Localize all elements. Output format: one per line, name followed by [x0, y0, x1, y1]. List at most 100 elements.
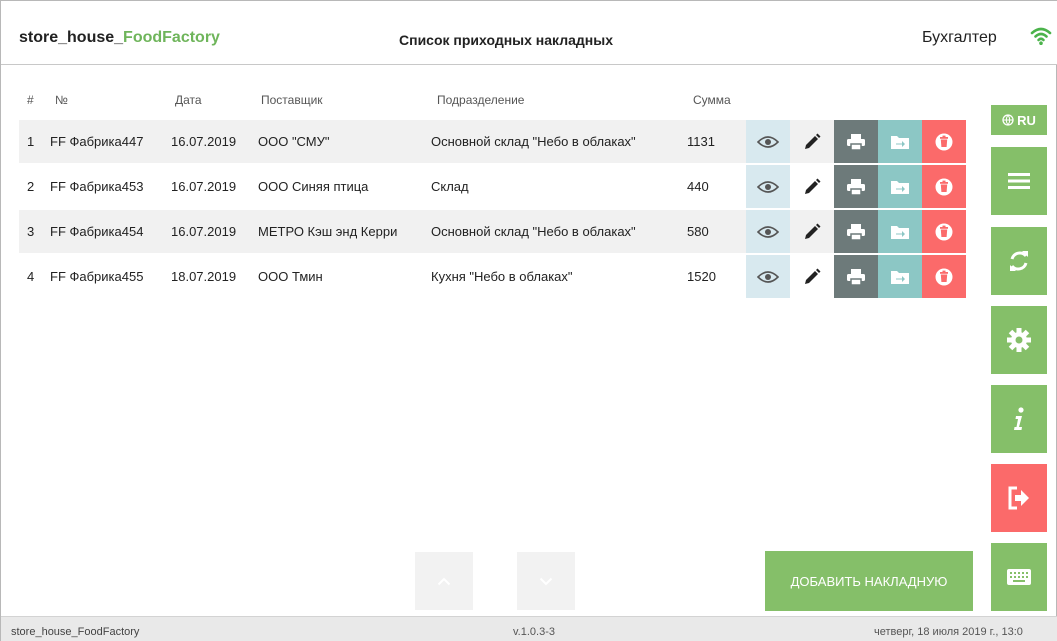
eye-icon: [757, 270, 779, 283]
row-sum: 1131: [687, 134, 715, 149]
row-supplier: МЕТРО Кэш энд Керри: [258, 224, 398, 239]
row-index: 4: [27, 269, 35, 284]
add-invoice-button[interactable]: ДОБАВИТЬ НАКЛАДНУЮ: [765, 551, 973, 611]
row-number: FF Фабрика455: [50, 269, 144, 284]
row-index: 2: [27, 179, 35, 194]
gear-icon: [1007, 328, 1031, 352]
print-button[interactable]: [834, 120, 878, 163]
row-date: 18.07.2019: [171, 269, 237, 284]
pencil-icon: [805, 268, 821, 284]
app-frame: store_house_FoodFactory Список приходных…: [0, 0, 1057, 641]
scroll-down-button[interactable]: [517, 552, 575, 610]
eye-icon: [757, 180, 779, 193]
print-button[interactable]: [834, 255, 878, 298]
delete-button[interactable]: [922, 120, 966, 163]
language-label: RU: [1017, 112, 1036, 128]
table-row: 1 FF Фабрика447 16.07.2019 ООО "СМУ" Осн…: [19, 120, 966, 163]
view-button[interactable]: [746, 255, 790, 298]
delete-button[interactable]: [922, 210, 966, 253]
row-supplier: ООО Тмин: [258, 269, 323, 284]
folder-export-icon: [891, 180, 909, 194]
info-button[interactable]: [991, 385, 1047, 453]
row-number: FF Фабрика454: [50, 224, 144, 239]
chevron-down-icon: [539, 577, 553, 585]
edit-button[interactable]: [790, 165, 834, 208]
row-index: 3: [27, 224, 35, 239]
export-button[interactable]: [878, 165, 922, 208]
edit-button[interactable]: [790, 255, 834, 298]
view-button[interactable]: [746, 120, 790, 163]
wifi-icon: [1030, 27, 1052, 45]
logout-button[interactable]: [991, 464, 1047, 532]
table-row: 2 FF Фабрика453 16.07.2019 ООО Синяя пти…: [19, 165, 966, 208]
col-sum: Сумма: [693, 93, 731, 107]
col-supplier: Поставщик: [261, 93, 323, 107]
pencil-icon: [805, 223, 821, 239]
row-department: Склад: [431, 179, 469, 194]
row-department: Кухня "Небо в облаках": [431, 269, 573, 284]
row-number: FF Фабрика447: [50, 134, 144, 149]
view-button[interactable]: [746, 165, 790, 208]
logout-icon: [1008, 486, 1029, 510]
delete-button[interactable]: [922, 165, 966, 208]
footer-version: v.1.0.3-3: [513, 626, 555, 638]
row-sum: 1520: [687, 269, 716, 284]
row-date: 16.07.2019: [171, 179, 237, 194]
col-index: #: [27, 93, 34, 107]
row-index: 1: [27, 134, 35, 149]
edit-button[interactable]: [790, 120, 834, 163]
scroll-up-button[interactable]: [415, 552, 473, 610]
export-button[interactable]: [878, 255, 922, 298]
page-title: Список приходных накладных: [399, 32, 613, 48]
row-supplier: ООО "СМУ": [258, 134, 330, 149]
export-button[interactable]: [878, 120, 922, 163]
refresh-button[interactable]: [991, 227, 1047, 295]
print-button[interactable]: [834, 210, 878, 253]
row-sum: 440: [687, 179, 709, 194]
row-sum: 580: [687, 224, 709, 239]
eye-icon: [757, 225, 779, 238]
language-button[interactable]: RU: [991, 105, 1047, 135]
col-number: №: [55, 93, 68, 107]
row-department: Основной склад "Небо в облаках": [431, 134, 636, 149]
status-bar: store_house_FoodFactory v.1.0.3-3 четвер…: [1, 616, 1057, 641]
printer-icon: [847, 178, 865, 196]
eye-icon: [757, 135, 779, 148]
app-logo: store_house_FoodFactory: [19, 29, 220, 47]
delete-button[interactable]: [922, 255, 966, 298]
logo-accent: FoodFactory: [123, 29, 220, 46]
folder-export-icon: [891, 135, 909, 149]
col-department: Подразделение: [437, 93, 525, 107]
info-icon: [1014, 407, 1024, 430]
settings-button[interactable]: [991, 306, 1047, 374]
row-supplier: ООО Синяя птица: [258, 179, 369, 194]
table-row: 4 FF Фабрика455 18.07.2019 ООО Тмин Кухн…: [19, 255, 966, 298]
trash-icon: [935, 223, 953, 240]
row-date: 16.07.2019: [171, 224, 237, 239]
pencil-icon: [805, 178, 821, 194]
edit-button[interactable]: [790, 210, 834, 253]
menu-icon: [1008, 173, 1030, 189]
trash-icon: [935, 178, 953, 195]
folder-export-icon: [891, 225, 909, 239]
col-date: Дата: [175, 93, 202, 107]
chevron-up-icon: [437, 577, 451, 585]
printer-icon: [847, 268, 865, 286]
view-button[interactable]: [746, 210, 790, 253]
footer-app-name: store_house_FoodFactory: [11, 626, 140, 638]
user-role: Бухгалтер: [922, 29, 997, 46]
export-button[interactable]: [878, 210, 922, 253]
menu-button[interactable]: [991, 147, 1047, 215]
trash-icon: [935, 133, 953, 150]
header: store_house_FoodFactory Список приходных…: [1, 1, 1057, 65]
keyboard-button[interactable]: [991, 543, 1047, 611]
keyboard-icon: [1007, 569, 1031, 585]
print-button[interactable]: [834, 165, 878, 208]
trash-icon: [935, 268, 953, 285]
printer-icon: [847, 223, 865, 241]
logo-prefix: store_house_: [19, 29, 124, 46]
row-date: 16.07.2019: [171, 134, 237, 149]
row-department: Основной склад "Небо в облаках": [431, 224, 636, 239]
table-row: 3 FF Фабрика454 16.07.2019 МЕТРО Кэш энд…: [19, 210, 966, 253]
footer-datetime: четверг, 18 июля 2019 г., 13:0: [874, 626, 1023, 638]
